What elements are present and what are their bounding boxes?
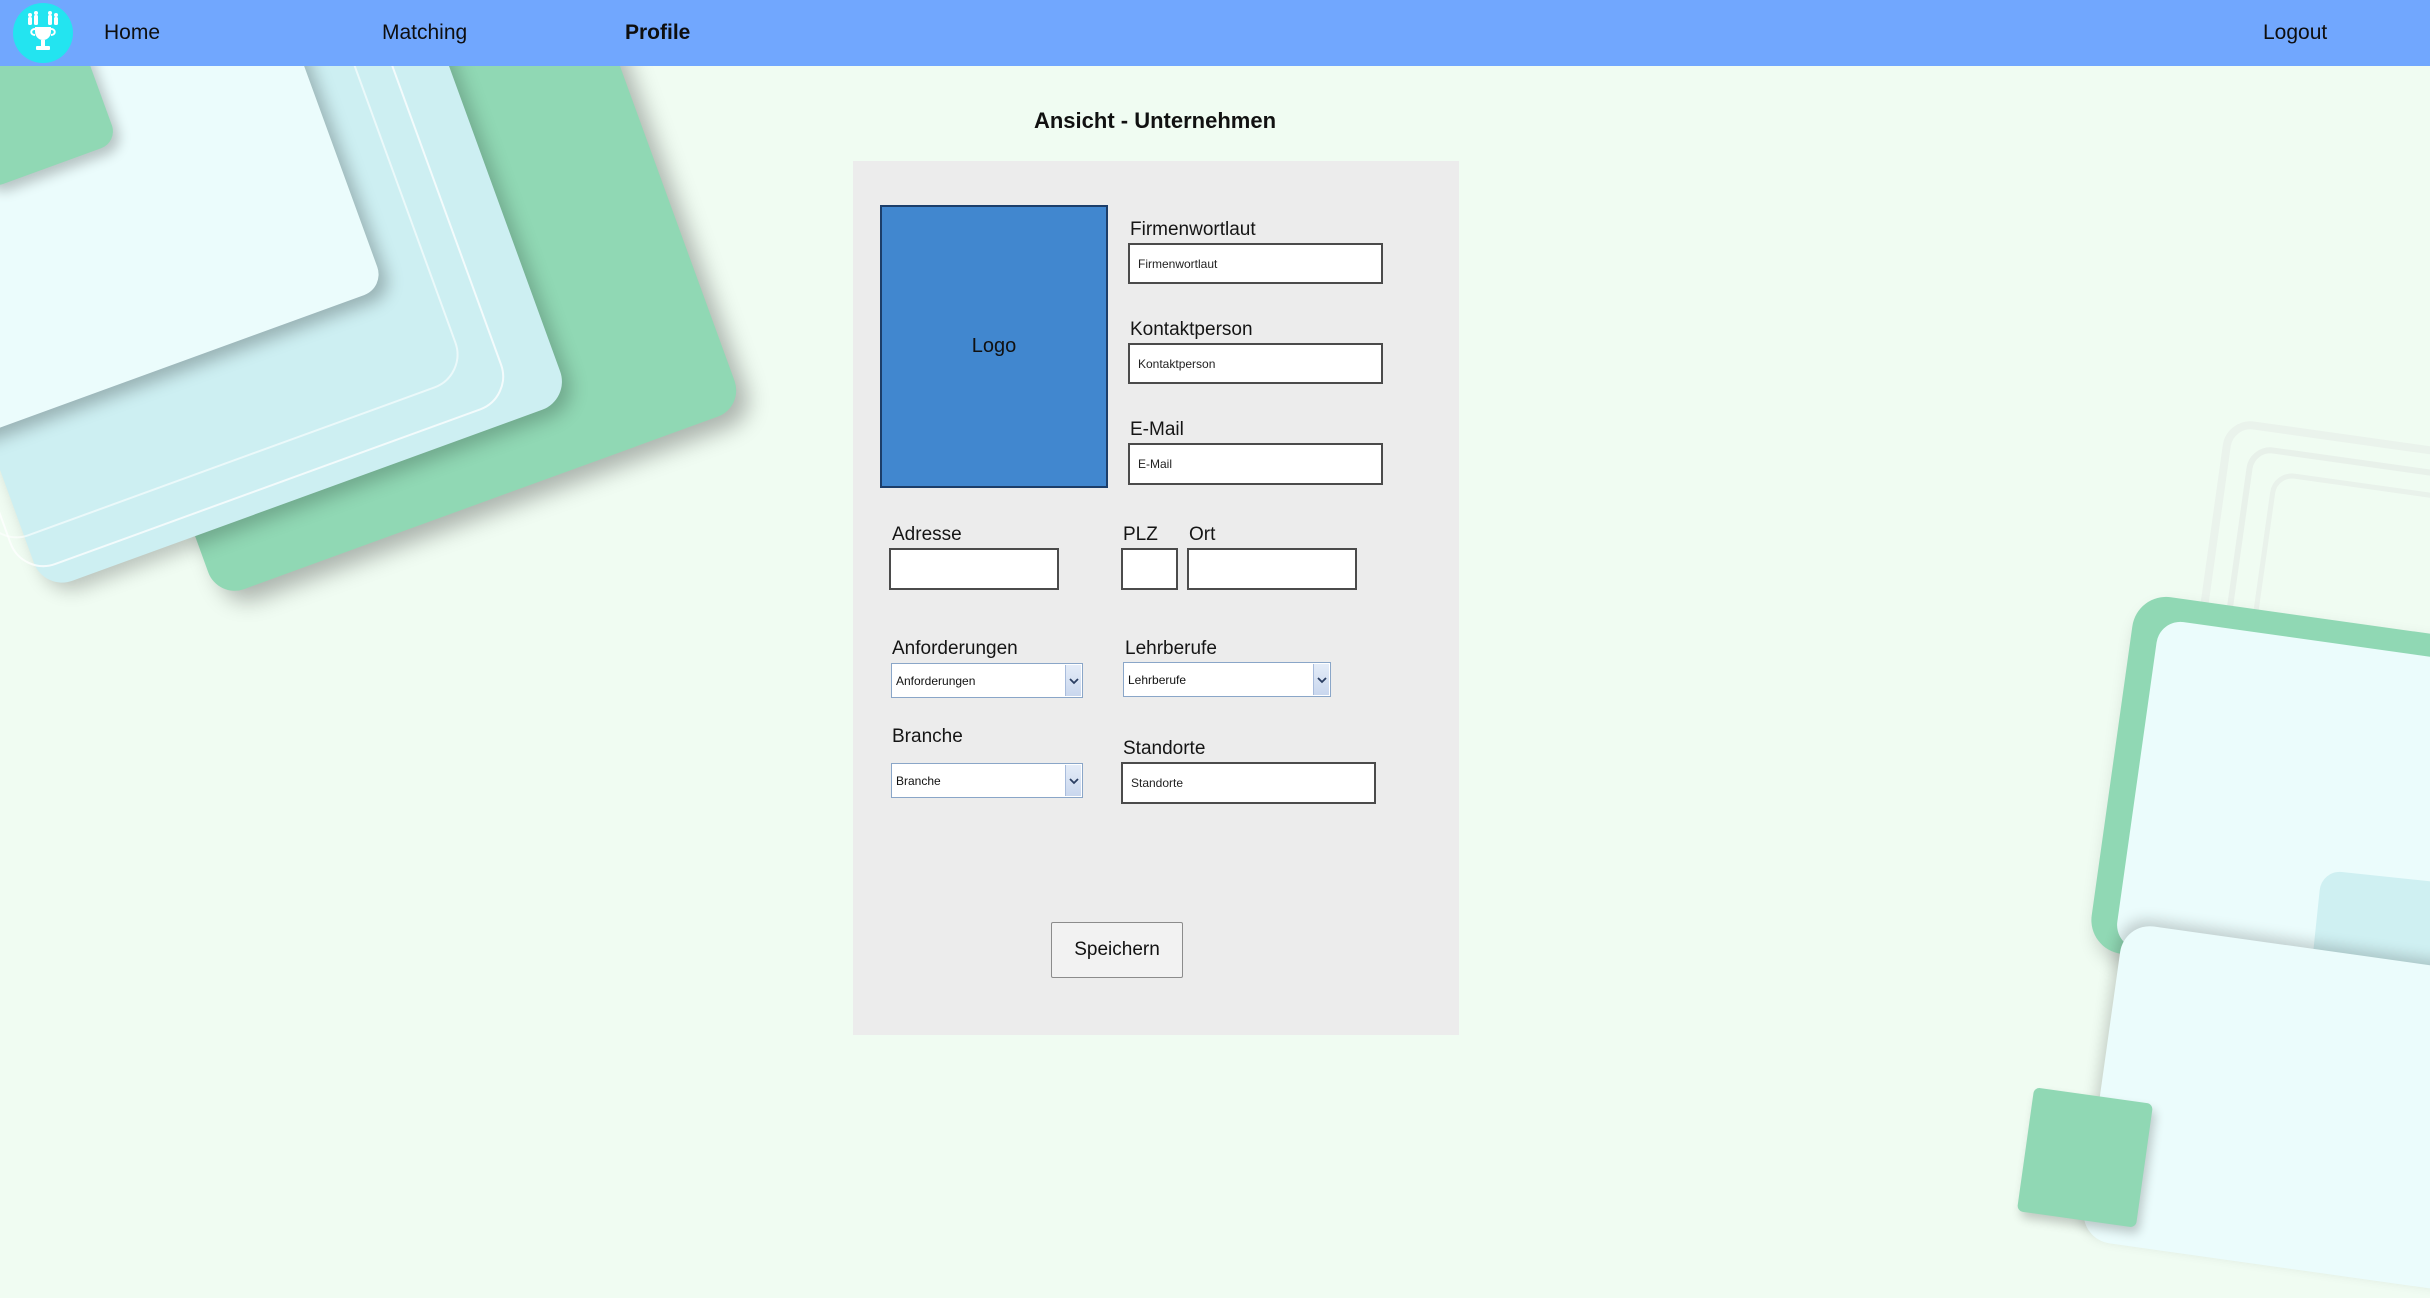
plz-label: PLZ: [1123, 524, 1158, 545]
branche-label: Branche: [892, 726, 963, 747]
logo-label: Logo: [971, 335, 1017, 357]
save-button[interactable]: Speichern: [1051, 922, 1183, 978]
trophy-logo-icon[interactable]: [13, 3, 73, 63]
kontaktperson-label: Kontaktperson: [1130, 319, 1253, 340]
firmenwortlaut-label: Firmenwortlaut: [1130, 219, 1256, 240]
anforderungen-selected-value: Anforderungen: [896, 673, 976, 688]
email-label: E-Mail: [1130, 419, 1184, 440]
lehrberufe-select[interactable]: Lehrberufe: [1123, 662, 1331, 697]
firmenwortlaut-input[interactable]: [1128, 243, 1383, 284]
kontaktperson-input[interactable]: [1128, 343, 1383, 384]
background-decoration: [2016, 1087, 2154, 1228]
adresse-label: Adresse: [892, 524, 962, 545]
ort-input[interactable]: [1187, 548, 1357, 590]
branche-selected-value: Branche: [896, 773, 941, 788]
nav-home-link[interactable]: Home: [104, 0, 160, 66]
chevron-down-icon: [1065, 665, 1081, 696]
nav-profile-link[interactable]: Profile: [625, 0, 690, 66]
nav-matching-link[interactable]: Matching: [382, 0, 467, 66]
branche-select[interactable]: Branche: [891, 763, 1083, 798]
lehrberufe-selected-value: Lehrberufe: [1128, 672, 1187, 687]
top-navbar: Home Matching Profile Logout: [0, 0, 2430, 66]
email-input[interactable]: [1128, 443, 1383, 485]
nav-logout-link[interactable]: Logout: [2263, 0, 2327, 66]
anforderungen-label: Anforderungen: [892, 638, 1018, 659]
page-title: Ansicht - Unternehmen: [1033, 108, 1277, 133]
ort-label: Ort: [1189, 524, 1216, 545]
standorte-input[interactable]: [1121, 762, 1376, 804]
adresse-input[interactable]: [889, 548, 1059, 590]
anforderungen-select[interactable]: Anforderungen: [891, 663, 1083, 698]
chevron-down-icon: [1065, 765, 1081, 796]
standorte-label: Standorte: [1123, 738, 1206, 759]
chevron-down-icon: [1313, 664, 1329, 695]
lehrberufe-label: Lehrberufe: [1125, 638, 1217, 659]
plz-input[interactable]: [1121, 548, 1178, 590]
logo-upload-box[interactable]: Logo: [880, 205, 1108, 488]
company-profile-form: Logo Firmenwortlaut Kontaktperson E-Mail…: [853, 161, 1459, 1035]
